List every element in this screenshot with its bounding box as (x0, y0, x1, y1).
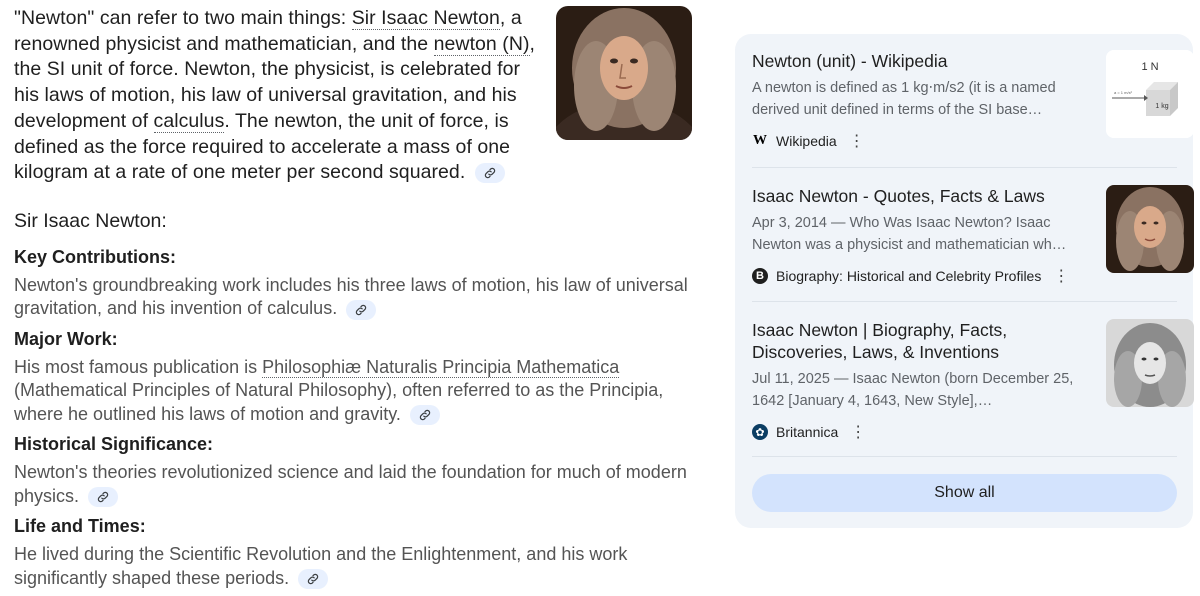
thumb-label: 1 N (1141, 61, 1158, 73)
source-snippet: Jul 11, 2025 — Isaac Newton (born Decemb… (752, 371, 1074, 409)
section-title: Major Work: (14, 328, 118, 349)
section-text: His most famous publication is (14, 356, 263, 377)
thumb-mass-label: 1 kg (1155, 103, 1168, 110)
divider (752, 301, 1177, 302)
source-site: Biography: Historical and Celebrity Prof… (776, 268, 1042, 284)
source-site: Britannica (776, 424, 839, 440)
link-icon[interactable] (474, 163, 505, 184)
sources-panel: Newton (unit) - Wikipedia A newton is de… (735, 34, 1194, 528)
divider (752, 167, 1177, 168)
section-body: His most famous publication is Philosoph… (14, 356, 704, 427)
source-title[interactable]: Isaac Newton - Quotes, Facts & Laws (752, 185, 1072, 207)
link-icon[interactable] (409, 405, 440, 426)
isaac-newton-link[interactable]: Sir Isaac Newton (351, 7, 500, 30)
source-snippet: Apr 3, 2014 — Who Was Isaac Newton? Isaa… (752, 215, 1067, 253)
source-title[interactable]: Newton (unit) - Wikipedia (752, 50, 1072, 72)
more-vert-icon[interactable]: ⋮ (845, 131, 869, 151)
section-major-work: Major Work: His most famous publication … (14, 329, 704, 427)
more-vert-icon[interactable]: ⋮ (1049, 266, 1073, 286)
newton-engraving-thumbnail[interactable] (1106, 319, 1194, 407)
section-key-contributions: Key Contributions: Newton's groundbreaki… (14, 247, 704, 321)
section-body: Newton's theories revolutionized science… (14, 461, 704, 508)
section-historical-significance: Historical Significance: Newton's theori… (14, 434, 704, 508)
section-title: Historical Significance: (14, 434, 214, 455)
section-body: He lived during the Scientific Revolutio… (14, 543, 704, 590)
link-icon[interactable] (346, 299, 377, 320)
section-title: Life and Times: (14, 516, 146, 537)
biography-icon: B (752, 268, 768, 284)
ai-overview-content: "Newton" can refer to two main things: S… (14, 6, 704, 590)
section-title: Key Contributions: (14, 246, 176, 267)
intro-text-1: "Newton" can refer to two main things: (14, 7, 352, 29)
source-card-britannica[interactable]: Isaac Newton | Biography, Facts, Discove… (752, 319, 1194, 442)
calculus-link[interactable]: calculus (153, 109, 225, 133)
wikipedia-icon: W (753, 133, 767, 148)
principia-link[interactable]: Philosophiæ Naturalis Principia Mathemat… (262, 356, 620, 378)
link-icon[interactable] (298, 569, 329, 590)
intro-paragraph: "Newton" can refer to two main things: S… (14, 6, 539, 186)
section-life-and-times: Life and Times: He lived during the Scie… (14, 516, 704, 590)
source-title[interactable]: Isaac Newton | Biography, Facts, Discove… (752, 319, 1072, 363)
section-text: (Mathematical Principles of Natural Phil… (14, 380, 664, 424)
newton-portrait-thumbnail[interactable] (1106, 185, 1194, 273)
source-site: Wikipedia (776, 133, 837, 149)
show-all-button[interactable]: Show all (752, 474, 1177, 512)
thumb-accel-label: a = 1 m/s² (1114, 90, 1133, 95)
newton-portrait-image[interactable] (556, 6, 692, 140)
newton-unit-link[interactable]: newton (N) (433, 32, 530, 56)
main-heading: Sir Isaac Newton: (14, 209, 167, 232)
link-icon[interactable] (88, 487, 119, 508)
newton-unit-thumbnail[interactable]: 1 N 1 kg a = 1 m/s² (1106, 50, 1194, 138)
britannica-icon: ✿ (752, 424, 768, 440)
divider (752, 456, 1177, 457)
more-vert-icon[interactable]: ⋮ (846, 422, 870, 442)
source-card-wikipedia[interactable]: Newton (unit) - Wikipedia A newton is de… (752, 50, 1194, 151)
source-snippet: A newton is defined as 1 kg⋅m/s2 (it is … (752, 80, 1056, 118)
section-body: Newton's groundbreaking work includes hi… (14, 274, 704, 321)
source-card-biography[interactable]: Isaac Newton - Quotes, Facts & Laws Apr … (752, 185, 1194, 286)
